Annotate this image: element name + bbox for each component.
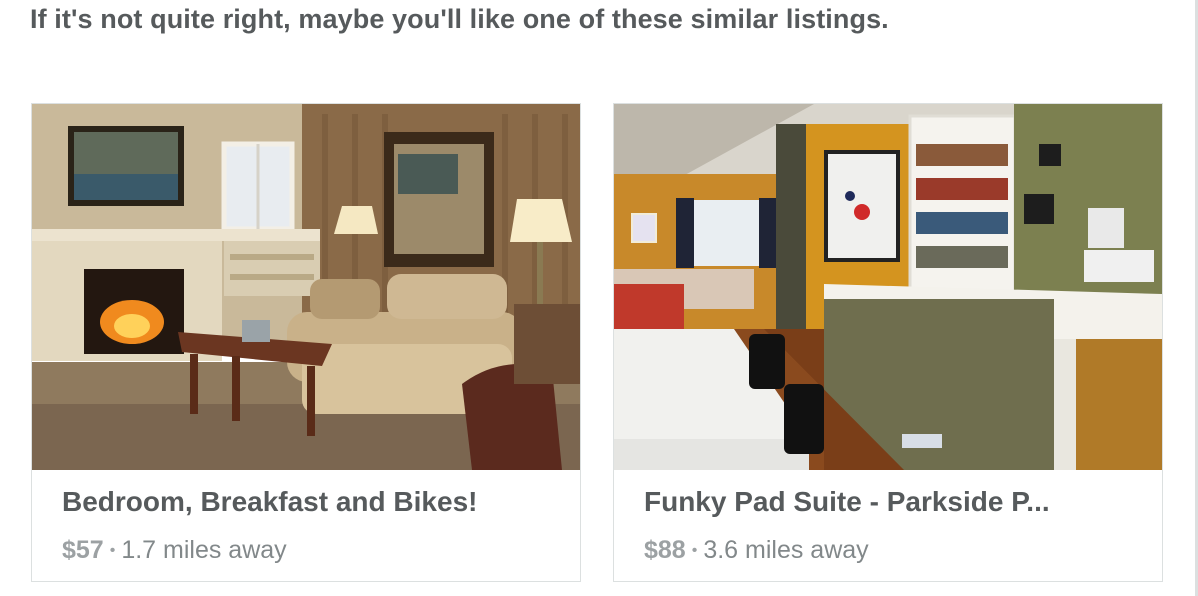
- listing-card-2[interactable]: Funky Pad Suite - Parkside P... $88 • 3.6 …: [613, 103, 1163, 582]
- listing-card-1[interactable]: Bedroom, Breakfast and Bikes! $57 • 1.7 mi…: [31, 103, 581, 582]
- listing-price: $88: [644, 536, 686, 564]
- similar-listings-heading: If it's not quite right, maybe you'll li…: [30, 4, 889, 34]
- listing-photo-loft[interactable]: [614, 104, 1162, 470]
- listing-price: $57: [62, 536, 104, 564]
- listing-meta: $57 • 1.7 miles away: [62, 536, 287, 565]
- listing-title[interactable]: Bedroom, Breakfast and Bikes!: [62, 486, 552, 518]
- listing-distance: 3.6 miles away: [703, 536, 869, 564]
- bullet-dot-icon: •: [109, 542, 116, 559]
- listing-photo-living-room[interactable]: [32, 104, 580, 470]
- listing-distance: 1.7 miles away: [121, 536, 287, 564]
- bullet-dot-icon: •: [691, 542, 698, 559]
- listing-meta: $88 • 3.6 miles away: [644, 536, 869, 565]
- listing-title[interactable]: Funky Pad Suite - Parkside P...: [644, 486, 1134, 518]
